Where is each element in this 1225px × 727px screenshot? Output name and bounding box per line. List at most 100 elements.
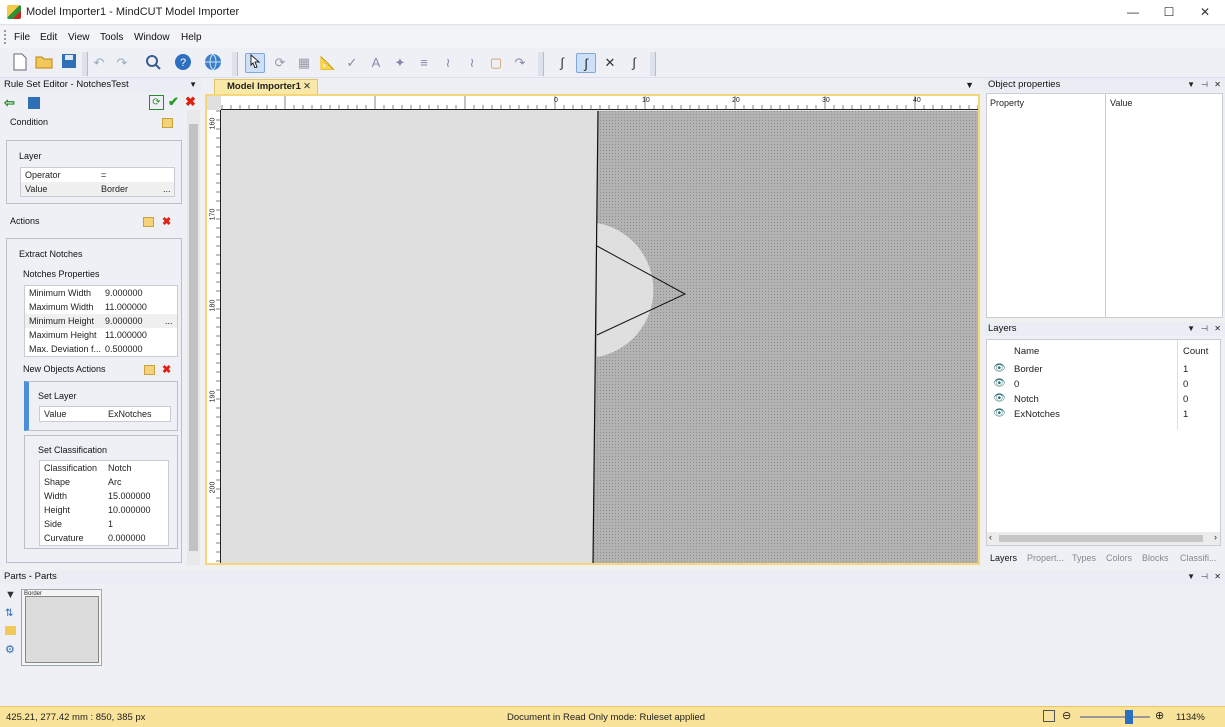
- sort-icon[interactable]: ⇅: [5, 608, 13, 619]
- grid-row[interactable]: Value ExNotches: [40, 407, 170, 421]
- grid-row[interactable]: Value Border...: [21, 182, 174, 196]
- zoom-in-icon[interactable]: ⊕: [1155, 709, 1164, 722]
- grid-row[interactable]: Maximum Width 11.000000: [25, 300, 177, 314]
- path-tool-icon[interactable]: ↷: [510, 53, 530, 73]
- zoom-slider-thumb[interactable]: [1125, 710, 1133, 724]
- drawing-canvas[interactable]: [222, 111, 978, 563]
- folder-icon[interactable]: [5, 626, 16, 635]
- filter-icon[interactable]: ▼: [5, 589, 16, 601]
- layer-name[interactable]: Border: [1014, 364, 1043, 375]
- apply-check-icon[interactable]: ✔: [168, 94, 179, 110]
- add-action-icon[interactable]: [143, 217, 154, 227]
- new-file-icon[interactable]: [10, 53, 30, 73]
- text-tool-icon[interactable]: A: [366, 53, 386, 73]
- grid-row[interactable]: Minimum Width 9.000000: [25, 286, 177, 300]
- grid-row[interactable]: Max. Deviation f... 0.500000: [25, 342, 177, 356]
- help-icon[interactable]: ?: [173, 53, 193, 73]
- delete-object-action-icon[interactable]: ✖: [162, 363, 171, 376]
- menu-help[interactable]: Help: [181, 32, 202, 43]
- menu-window[interactable]: Window: [134, 32, 170, 43]
- tab-layers[interactable]: Layers: [990, 553, 1017, 563]
- back-arrow-icon[interactable]: ⇦: [4, 95, 15, 111]
- eye-icon[interactable]: 👁: [993, 363, 1006, 374]
- rule-editor-scrollbar[interactable]: [187, 110, 200, 565]
- eye-icon[interactable]: 👁: [993, 393, 1006, 404]
- rect-select-icon[interactable]: ▦: [294, 53, 314, 73]
- grid-row[interactable]: Height 10.000000: [40, 503, 168, 517]
- scrollbar-thumb[interactable]: [999, 535, 1203, 542]
- chevron-down-icon[interactable]: ▼: [1187, 570, 1195, 584]
- intersect-icon[interactable]: ✕: [600, 53, 620, 73]
- close-window-button[interactable]: ✕: [1187, 0, 1223, 25]
- menu-edit[interactable]: Edit: [40, 32, 57, 43]
- curve-tool-icon[interactable]: ≀: [438, 53, 458, 73]
- refresh-icon[interactable]: ⟳: [149, 95, 164, 110]
- cancel-x-icon[interactable]: ✖: [185, 94, 196, 110]
- grid-row[interactable]: Shape Arc: [40, 475, 168, 489]
- save-icon[interactable]: [59, 53, 79, 73]
- align-tool-icon[interactable]: ≡: [414, 53, 434, 73]
- scroll-left-icon[interactable]: ‹: [989, 532, 992, 542]
- scrollbar-thumb[interactable]: [189, 124, 198, 551]
- minimize-button[interactable]: —: [1115, 0, 1151, 25]
- menu-view[interactable]: View: [68, 32, 90, 43]
- close-tab-icon[interactable]: ✕: [303, 80, 311, 94]
- eye-icon[interactable]: 👁: [993, 408, 1006, 419]
- grid-row[interactable]: Operator =: [21, 168, 174, 182]
- add-object-action-icon[interactable]: [144, 365, 155, 375]
- close-icon[interactable]: ✕: [1214, 570, 1221, 584]
- scroll-right-icon[interactable]: ›: [1214, 532, 1217, 542]
- chevron-down-icon[interactable]: ▼: [1187, 78, 1195, 92]
- pin-icon[interactable]: ⊣: [1201, 570, 1208, 584]
- menu-file[interactable]: File: [14, 32, 30, 43]
- select-pointer-icon[interactable]: [245, 53, 265, 73]
- box-tool-icon[interactable]: ▢: [486, 53, 506, 73]
- grid-row[interactable]: Side 1: [40, 517, 168, 531]
- tab-blocks[interactable]: Blocks: [1142, 553, 1169, 563]
- measure-icon[interactable]: 📐: [318, 53, 338, 73]
- undo-icon[interactable]: ↶: [89, 53, 109, 73]
- spline-edit-icon[interactable]: ∫: [624, 53, 644, 73]
- check-tool-icon[interactable]: ✓: [342, 53, 362, 73]
- maximize-button[interactable]: ☐: [1151, 0, 1187, 25]
- tab-classification[interactable]: Classifi...: [1180, 553, 1217, 563]
- layer-name[interactable]: 0: [1014, 379, 1019, 390]
- spline-icon[interactable]: ∫: [552, 53, 572, 73]
- zoom-fit-page-icon[interactable]: [1043, 710, 1055, 722]
- grid-row[interactable]: Classification Notch: [40, 461, 168, 475]
- grid-row[interactable]: Maximum Height 11.000000: [25, 328, 177, 342]
- tab-list-chevron-icon[interactable]: ▼: [965, 80, 974, 90]
- pin-icon[interactable]: ⊣: [1201, 78, 1208, 92]
- close-icon[interactable]: ✕: [1214, 78, 1221, 92]
- zoom-fit-icon[interactable]: [143, 53, 163, 73]
- pin-icon[interactable]: ⊣: [1201, 322, 1208, 336]
- open-folder-icon[interactable]: [34, 53, 54, 73]
- grid-row[interactable]: Width 15.000000: [40, 489, 168, 503]
- tab-properties[interactable]: Propert...: [1027, 553, 1064, 563]
- chevron-down-icon[interactable]: ▼: [1187, 322, 1195, 336]
- tab-model-importer1[interactable]: Model Importer1 ✕: [214, 79, 318, 94]
- chevron-down-icon[interactable]: ▼: [189, 78, 197, 92]
- set-classification-group[interactable]: Set Classification Classification Notch S…: [24, 435, 178, 549]
- save-rule-icon[interactable]: [28, 97, 40, 109]
- set-layer-group[interactable]: Set Layer Value ExNotches: [24, 381, 178, 431]
- add-condition-icon[interactable]: [162, 118, 173, 128]
- layer-name[interactable]: ExNotches: [1014, 409, 1060, 420]
- eye-icon[interactable]: 👁: [993, 378, 1006, 389]
- layer-name[interactable]: Notch: [1014, 394, 1039, 405]
- grid-row[interactable]: Minimum Height 9.000000...: [25, 314, 177, 328]
- ellipsis-button[interactable]: ...: [165, 314, 173, 328]
- zoom-slider-track[interactable]: [1080, 716, 1150, 718]
- spline-active-icon[interactable]: ∫: [576, 53, 596, 73]
- tab-colors[interactable]: Colors: [1106, 553, 1132, 563]
- settings-gear-icon[interactable]: ⚙: [5, 643, 15, 656]
- tab-types[interactable]: Types: [1072, 553, 1096, 563]
- grid-row[interactable]: Curvature 0.000000: [40, 531, 168, 545]
- globe-icon[interactable]: [203, 53, 223, 73]
- point-tool-icon[interactable]: ✦: [390, 53, 410, 73]
- redo-icon[interactable]: ↷: [112, 53, 132, 73]
- part-thumbnail[interactable]: Border: [21, 589, 102, 666]
- curve-split-icon[interactable]: ≀: [462, 53, 482, 73]
- horizontal-scrollbar[interactable]: ‹ ›: [987, 532, 1220, 545]
- delete-action-icon[interactable]: ✖: [162, 215, 171, 228]
